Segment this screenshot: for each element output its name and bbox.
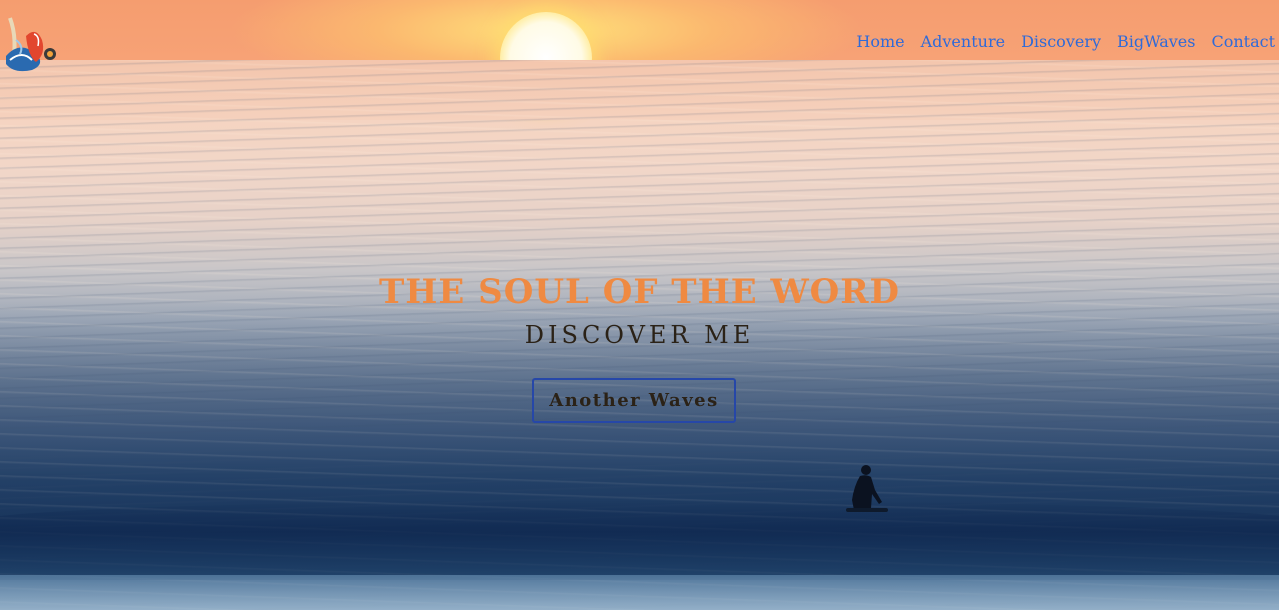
site-logo-icon[interactable] [2,10,64,74]
nav-link-discovery[interactable]: Discovery [1021,31,1101,53]
wave-crest [0,500,1279,580]
surfer-silhouette [846,465,888,512]
hero-subtitle: DISCOVER ME [524,321,755,349]
wave-foam [0,575,1279,610]
nav-link-bigwaves[interactable]: BigWaves [1117,31,1195,53]
main-nav: Home Adventure Discovery BigWaves Contac… [856,31,1275,53]
another-waves-button[interactable]: Another Waves [532,378,736,423]
nav-link-contact[interactable]: Contact [1211,31,1275,53]
nav-link-adventure[interactable]: Adventure [921,31,1005,53]
nav-link-home[interactable]: Home [856,31,904,53]
hero-title: THE SOUL OF THE WORD [378,272,901,312]
